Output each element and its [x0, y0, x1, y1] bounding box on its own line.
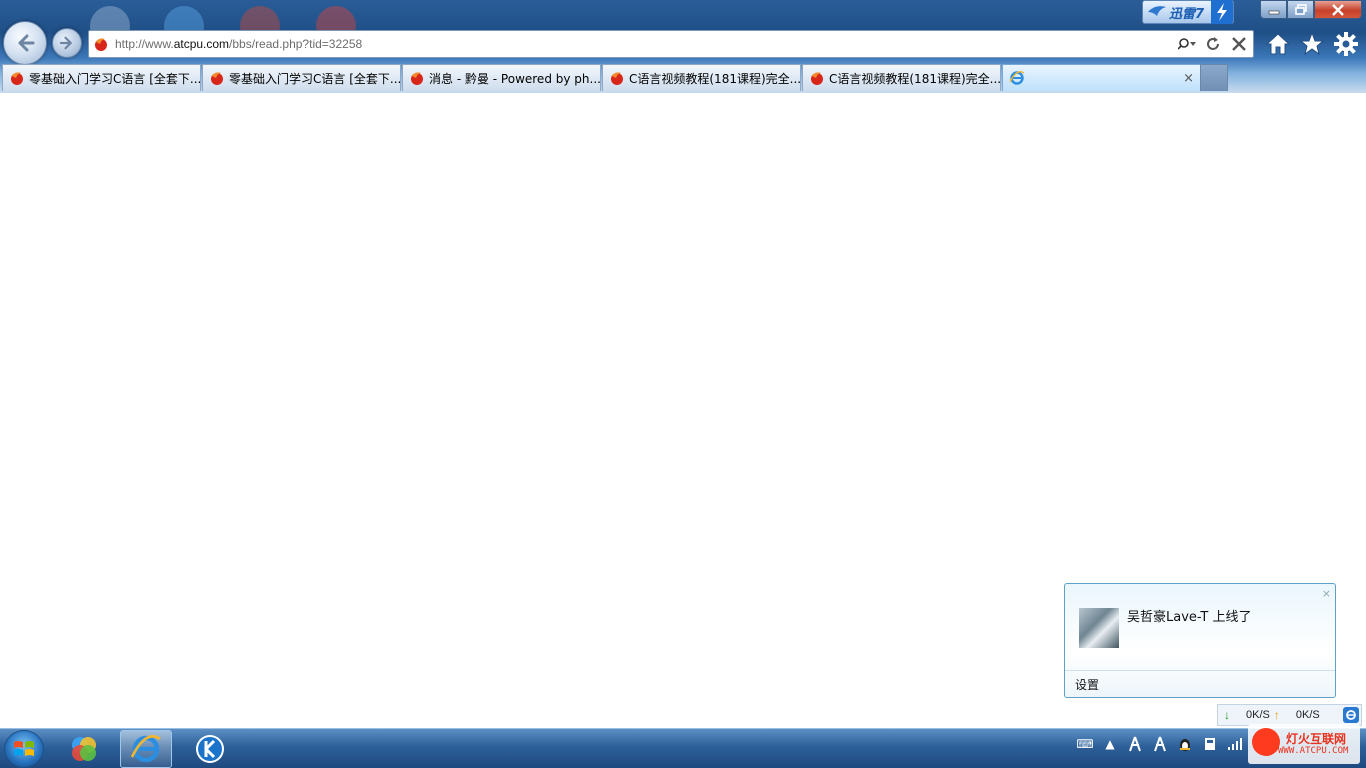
minimize-icon [1268, 10, 1279, 14]
download-arrow-icon: ↓ [1224, 708, 1230, 722]
flame-logo-icon [1252, 728, 1280, 756]
thunder-badge-label: 迅雷7 [1169, 6, 1205, 22]
watermark-url: WWW.ATCPU.COM [1278, 746, 1349, 756]
site-favicon-icon [211, 72, 223, 85]
network-speed-widget: ↓ 0K/S ↑ 0K/S [1217, 704, 1362, 726]
forward-button[interactable] [52, 28, 82, 58]
arrow-right-icon [59, 36, 72, 50]
back-button[interactable] [3, 21, 47, 65]
bird-icon [1148, 6, 1166, 16]
minimize-button[interactable] [1260, 0, 1287, 19]
qq-penguin-icon[interactable] [1176, 735, 1194, 753]
site-favicon-icon [811, 72, 823, 85]
thunder-tray-icon[interactable] [1126, 735, 1144, 753]
tab[interactable]: 零基础入门学习C语言 [全套下... [202, 64, 401, 91]
tab-strip: 零基础入门学习C语言 [全套下... 零基础入门学习C语言 [全套下... 消息… [0, 64, 1366, 92]
system-tray: ⌨ ▲ [1076, 735, 1244, 753]
popup-close-button[interactable]: × [1322, 587, 1331, 600]
taskbar: ⌨ ▲ [0, 728, 1366, 768]
window-controls [1260, 0, 1362, 19]
home-icon [1265, 33, 1291, 55]
tab-close-button[interactable]: × [1183, 71, 1194, 86]
site-favicon-icon [411, 72, 423, 85]
windows-logo-icon [14, 741, 34, 756]
tools-button[interactable] [1332, 30, 1360, 58]
new-tab-button[interactable] [1200, 64, 1228, 91]
ie-icon[interactable] [1343, 707, 1359, 723]
address-bar[interactable]: http://www.atcpu.com/bbs/read.php?tid=32… [88, 30, 1254, 58]
close-window-button[interactable] [1314, 0, 1362, 19]
colorful-ball-icon [72, 737, 96, 761]
background-desktop-icons [90, 0, 390, 46]
tab[interactable]: C语言视频教程(181课程)完全... [602, 64, 801, 91]
favorites-button[interactable] [1298, 30, 1326, 58]
upload-arrow-icon: ↑ [1273, 708, 1280, 722]
star-icon [1299, 31, 1325, 56]
url-prefix: http://www. [115, 37, 174, 51]
tab[interactable]: 消息 - 黔曼 - Powered by ph... [402, 64, 601, 91]
notification-message: 吴哲豪Lave-T 上线了 [1127, 610, 1252, 625]
taskbar-app-browser[interactable] [58, 730, 110, 768]
start-button[interactable] [4, 730, 44, 768]
tab-label: C语言视频教程(181课程)完全... [829, 71, 1000, 86]
tab-label: 消息 - 黔曼 - Powered by ph... [429, 71, 600, 86]
tab-label: C语言视频教程(181课程)完全... [629, 71, 800, 86]
browser-chrome: http://www.atcpu.com/bbs/read.php?tid=32… [0, 0, 1366, 93]
url-path: /bbs/read.php?tid=32258 [229, 37, 363, 51]
tab-active[interactable]: × [1002, 64, 1201, 91]
address-url[interactable]: http://www.atcpu.com/bbs/read.php?tid=32… [115, 37, 362, 51]
thunder-tray-icon[interactable] [1151, 735, 1169, 753]
url-domain: atcpu.com [173, 37, 230, 51]
thunder-download-badge[interactable]: 迅雷7 [1142, 0, 1234, 24]
keyboard-icon[interactable]: ⌨ [1076, 735, 1094, 753]
home-button[interactable] [1264, 30, 1292, 58]
upload-speed: 0K/S [1295, 709, 1320, 721]
site-watermark: 灯火互联网 WWW.ATCPU.COM [1248, 724, 1360, 764]
download-speed: 0K/S [1246, 709, 1270, 721]
close-icon [1332, 3, 1344, 16]
avatar[interactable] [1079, 608, 1119, 648]
restore-button[interactable] [1287, 0, 1314, 19]
search-icon [1178, 38, 1196, 50]
stop-button[interactable] [1229, 34, 1249, 54]
site-favicon-icon [11, 72, 23, 85]
site-favicon-icon [611, 72, 623, 85]
refresh-icon [1207, 37, 1219, 50]
search-dropdown-button[interactable] [1177, 34, 1197, 54]
ie-icon [130, 735, 161, 763]
ie-icon [1009, 70, 1025, 85]
k-player-icon [196, 735, 224, 763]
refresh-button[interactable] [1203, 34, 1223, 54]
tab[interactable]: 零基础入门学习C语言 [全套下... [2, 64, 201, 91]
tab[interactable]: C语言视频教程(181课程)完全... [802, 64, 1001, 91]
show-hidden-icons-button[interactable]: ▲ [1101, 735, 1119, 753]
device-icon[interactable] [1201, 735, 1219, 753]
address-tools [1177, 34, 1249, 54]
restore-icon [1294, 4, 1307, 15]
tab-label: 零基础入门学习C语言 [全套下... [229, 71, 400, 86]
site-favicon-icon [95, 38, 107, 51]
lightning-icon [1211, 0, 1233, 24]
settings-link[interactable]: 设置 [1075, 676, 1099, 693]
arrow-left-icon [18, 34, 35, 52]
taskbar-app-ie[interactable] [120, 730, 172, 768]
watermark-name: 灯火互联网 [1286, 732, 1347, 746]
close-icon [1232, 37, 1246, 51]
online-notification-popup: × 吴哲豪Lave-T 上线了 设置 [1064, 583, 1336, 698]
tab-label: 零基础入门学习C语言 [全套下... [29, 71, 200, 86]
command-icons [1264, 30, 1360, 58]
gear-icon [1334, 32, 1358, 56]
taskbar-app-k[interactable] [184, 730, 236, 768]
divider [1065, 670, 1335, 671]
network-signal-icon[interactable] [1226, 735, 1244, 753]
